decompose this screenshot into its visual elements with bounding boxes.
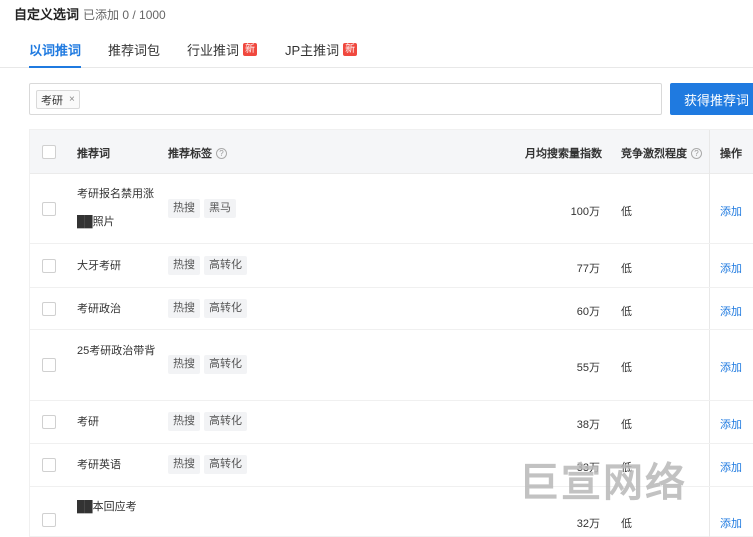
search-volume: 77万 xyxy=(576,263,600,275)
header-keyword: 推荐词 xyxy=(77,145,110,161)
row-checkbox[interactable] xyxy=(42,358,56,372)
keyword-text: 考研英语 xyxy=(77,459,121,471)
header-competition: 竞争激烈程度 ? xyxy=(621,145,702,161)
table-row: 考研政治 热搜 高转化 60万 低 添加 xyxy=(30,288,753,330)
keyword-chip: 考研 × xyxy=(36,90,80,109)
tab-label: 推荐词包 xyxy=(108,43,161,58)
keyword-text: 大牙考研 xyxy=(77,260,121,272)
tag-list: 热搜 高转化 xyxy=(168,355,247,374)
add-link[interactable]: 添加 xyxy=(720,515,742,531)
add-link[interactable]: 添加 xyxy=(720,303,742,319)
header-label: 操作 xyxy=(720,148,742,160)
tag: 热搜 xyxy=(168,455,200,474)
keyword-text: 考研政治 xyxy=(77,303,121,315)
keyword-text: 25考研政治带背 xyxy=(77,345,156,357)
page-title: 自定义选词 xyxy=(14,7,80,22)
search-volume: 55万 xyxy=(576,362,600,374)
add-link[interactable]: 添加 xyxy=(720,416,742,432)
header-operation: 操作 xyxy=(720,145,742,161)
tab-industry-keywords[interactable]: 行业推词 新 xyxy=(187,40,258,59)
header-tags: 推荐标签 ? xyxy=(168,145,227,161)
row-checkbox[interactable] xyxy=(42,458,56,472)
tab-keyword-recommend[interactable]: 以词推词 xyxy=(29,40,82,68)
added-count: 已添加 0 / 1000 xyxy=(83,8,166,22)
tag: 热搜 xyxy=(168,256,200,275)
row-checkbox[interactable] xyxy=(42,513,56,527)
add-link[interactable]: 添加 xyxy=(720,359,742,375)
header-label: 竞争激烈程度 xyxy=(621,148,687,160)
header-label: 月均搜索量指数 xyxy=(525,148,602,160)
competition-level: 低 xyxy=(621,206,632,218)
competition-level: 低 xyxy=(621,306,632,318)
row-checkbox[interactable] xyxy=(42,415,56,429)
tag: 高转化 xyxy=(204,256,247,275)
keyword-input[interactable]: 考研 × xyxy=(29,83,662,115)
competition-level: 低 xyxy=(621,263,632,275)
tag-list: 热搜 高转化 xyxy=(168,412,247,431)
tag: 黑马 xyxy=(204,199,236,218)
tab-recommend-package[interactable]: 推荐词包 xyxy=(108,40,160,59)
table-row: 大牙考研 热搜 高转化 77万 低 添加 xyxy=(30,244,753,288)
header-label: 推荐标签 xyxy=(168,148,212,160)
search-volume: 38万 xyxy=(576,419,600,431)
header-volume: 月均搜索量指数 xyxy=(525,145,602,161)
row-checkbox[interactable] xyxy=(42,302,56,316)
table-row: 考研 热搜 高转化 38万 低 添加 xyxy=(30,401,753,444)
add-link[interactable]: 添加 xyxy=(720,260,742,276)
row-checkbox[interactable] xyxy=(42,202,56,216)
search-volume: 32万 xyxy=(576,518,600,530)
search-volume: 100万 xyxy=(570,206,600,218)
tag: 高转化 xyxy=(204,355,247,374)
watermark: 巨宣网络 xyxy=(519,460,687,506)
keyword-text: 考研 xyxy=(77,416,99,428)
tag: 热搜 xyxy=(168,355,200,374)
table-row: 25考研政治带背 热搜 高转化 55万 低 添加 xyxy=(30,330,753,401)
tag-list: 热搜 高转化 xyxy=(168,256,247,275)
tag: 热搜 xyxy=(168,412,200,431)
competition-level: 低 xyxy=(621,362,632,374)
competition-level: 低 xyxy=(621,518,632,530)
tab-jp-keywords[interactable]: JP主推词 新 xyxy=(285,40,358,59)
chip-label: 考研 xyxy=(41,94,63,107)
add-link[interactable]: 添加 xyxy=(720,459,742,475)
row-checkbox[interactable] xyxy=(42,259,56,273)
table-row: 考研报名禁用涨██照片 热搜 黑马 100万 低 添加 xyxy=(30,174,753,244)
keyword-text: ██本回应考 xyxy=(77,501,137,513)
tag: 高转化 xyxy=(204,299,247,318)
select-all-checkbox[interactable] xyxy=(42,145,56,159)
tag-list: 热搜 高转化 xyxy=(168,455,247,474)
add-link[interactable]: 添加 xyxy=(720,203,742,219)
tab-bar: 以词推词 推荐词包 行业推词 新 JP主推词 新 xyxy=(0,34,753,68)
close-icon[interactable]: × xyxy=(69,94,75,105)
tag-list: 热搜 黑马 xyxy=(168,199,236,218)
tag: 热搜 xyxy=(168,199,200,218)
tag-list: 热搜 高转化 xyxy=(168,299,247,318)
active-tab-indicator xyxy=(29,66,82,68)
tab-label: 行业推词 xyxy=(187,43,240,58)
help-icon[interactable]: ? xyxy=(691,147,702,159)
search-volume: 60万 xyxy=(576,306,600,318)
tab-label: JP主推词 xyxy=(285,43,340,58)
tag: 热搜 xyxy=(168,299,200,318)
table-header: 推荐词 推荐标签 ? 月均搜索量指数 竞争激烈程度 ? 操作 xyxy=(30,130,753,174)
new-badge: 新 xyxy=(243,43,258,56)
tag: 高转化 xyxy=(204,412,247,431)
competition-level: 低 xyxy=(621,419,632,431)
new-badge: 新 xyxy=(343,43,358,56)
tag: 高转化 xyxy=(204,455,247,474)
page-header: 自定义选词 已添加 0 / 1000 xyxy=(14,4,166,22)
help-icon[interactable]: ? xyxy=(216,147,227,159)
keyword-text: 考研报名禁用涨██照片 xyxy=(77,188,154,228)
header-label: 推荐词 xyxy=(77,148,110,160)
get-recommendations-button[interactable]: 获得推荐词 xyxy=(670,83,753,115)
tab-label: 以词推词 xyxy=(29,43,82,58)
